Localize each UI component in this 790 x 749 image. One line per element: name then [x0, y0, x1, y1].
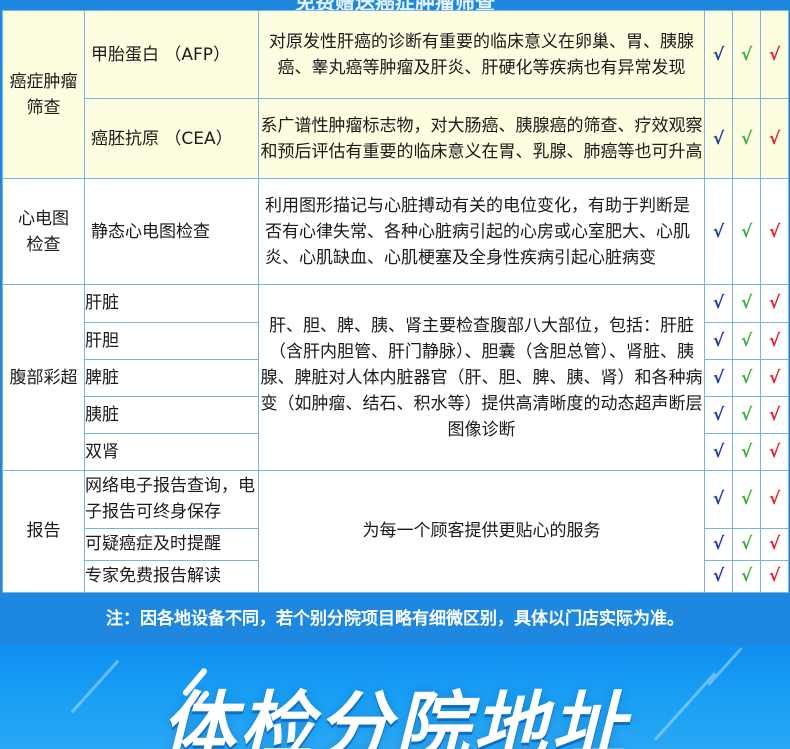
table-row: 癌症肿瘤筛查 甲胎蛋白 （AFP） 对原发性肝癌的诊断有重要的临床意义在卵巢、胃… — [2, 9, 789, 180]
address-banner: 体检分院地址 — [0, 645, 790, 749]
category-report: 报告 — [2, 469, 85, 594]
desc-report: 为每一个顾客提供更贴心的服务 — [258, 469, 705, 594]
item-cea: 癌胚抗原 （CEA） — [84, 98, 259, 180]
check-red-icon: √ — [760, 358, 789, 397]
category-label: 癌症肿瘤筛查 — [9, 71, 78, 118]
check-red-icon: √ — [760, 178, 789, 286]
desc-ecg: 利用图形描记与心脏搏动有关的电位变化，有助于判断是否有心律失常、各种心脏病引起的… — [258, 178, 705, 286]
check-green-icon: √ — [732, 98, 761, 180]
check-red-icon: √ — [760, 469, 789, 529]
check-red-icon: √ — [760, 321, 789, 360]
check-blue-icon: √ — [704, 358, 733, 397]
table-row: 心电图检查 静态心电图检查 利用图形描记与心脏搏动有关的电位变化，有助于判断是否… — [2, 178, 789, 286]
item-spleen: 脾脏 — [84, 358, 259, 397]
check-blue-icon: √ — [704, 178, 733, 286]
banner-title: 体检分院地址 — [161, 684, 629, 749]
category-label: 心电图检查 — [18, 208, 69, 255]
check-blue-icon: √ — [704, 469, 733, 529]
check-green-icon: √ — [732, 178, 761, 286]
check-green-icon: √ — [732, 358, 761, 397]
desc-ultrasound: 肝、胆、脾、胰、肾主要检查腹部八大部位，包括：肝脏（含肝内胆管、肝门静脉）、胆囊… — [258, 284, 705, 471]
check-blue-icon: √ — [704, 321, 733, 360]
item-liver: 肝脏 — [84, 284, 259, 323]
check-blue-icon: √ — [704, 432, 733, 471]
section-header: 免费赠送癌症肿瘤筛查 — [0, 0, 790, 10]
table-row: 报告 网络电子报告查询，电子报告可终身保存 为每一个顾客提供更贴心的服务 √ √… — [2, 469, 789, 594]
check-red-icon: √ — [760, 559, 789, 594]
category-ecg: 心电图检查 — [2, 178, 85, 286]
table-row: 腹部彩超 肝脏 肝、胆、脾、胰、肾主要检查腹部八大部位，包括：肝脏（含肝内胆管、… — [2, 284, 789, 471]
item-liver-gallbladder: 肝胆 — [84, 321, 259, 360]
desc-cea: 系广谱性肿瘤标志物，对大肠癌、胰腺癌的筛查、疗效观察和预后评估有重要的临床意义在… — [258, 98, 705, 180]
check-green-icon: √ — [732, 559, 761, 594]
item-ecg: 静态心电图检查 — [84, 178, 259, 286]
item-kidneys: 双肾 — [84, 432, 259, 471]
section-header-title: 免费赠送癌症肿瘤筛查 — [295, 0, 495, 10]
table-row: 癌胚抗原 （CEA） 系广谱性肿瘤标志物，对大肠癌、胰腺癌的筛查、疗效观察和预后… — [3, 98, 789, 180]
check-red-icon: √ — [760, 98, 789, 180]
check-green-icon: √ — [732, 395, 761, 434]
check-blue-icon: √ — [704, 527, 733, 561]
category-ultrasound: 腹部彩超 — [2, 284, 85, 471]
check-blue-icon: √ — [704, 98, 733, 180]
check-green-icon: √ — [732, 321, 761, 360]
check-green-icon: √ — [732, 432, 761, 471]
check-green-icon: √ — [732, 527, 761, 561]
check-red-icon: √ — [760, 432, 789, 471]
check-red-icon: √ — [760, 395, 789, 434]
check-blue-icon: √ — [704, 395, 733, 434]
item-expert-reading: 专家免费报告解读 — [84, 559, 259, 594]
category-tumor: 癌症肿瘤筛查 — [2, 9, 85, 180]
check-red-icon: √ — [760, 527, 789, 561]
item-pancreas: 胰脏 — [84, 395, 259, 434]
item-afp: 甲胎蛋白 （AFP） — [84, 9, 259, 100]
package-table: 癌症肿瘤筛查 甲胎蛋白 （AFP） 对原发性肝癌的诊断有重要的临床意义在卵巢、胃… — [2, 9, 789, 594]
check-red-icon: √ — [760, 284, 789, 323]
check-blue-icon: √ — [704, 9, 733, 100]
check-green-icon: √ — [732, 469, 761, 529]
item-e-report: 网络电子报告查询，电子报告可终身保存 — [84, 469, 259, 529]
check-green-icon: √ — [732, 9, 761, 100]
footnote: 注：因各地设备不同，若个别分院项目略有细微区别，具体以门店实际为准。 — [106, 609, 684, 629]
desc-afp: 对原发性肝癌的诊断有重要的临床意义在卵巢、胃、胰腺癌、睾丸癌等肿瘤及肝炎、肝硬化… — [258, 9, 705, 100]
check-blue-icon: √ — [704, 284, 733, 323]
item-cancer-alert: 可疑癌症及时提醒 — [84, 527, 259, 561]
check-blue-icon: √ — [704, 559, 733, 594]
check-green-icon: √ — [732, 284, 761, 323]
check-red-icon: √ — [760, 9, 789, 100]
